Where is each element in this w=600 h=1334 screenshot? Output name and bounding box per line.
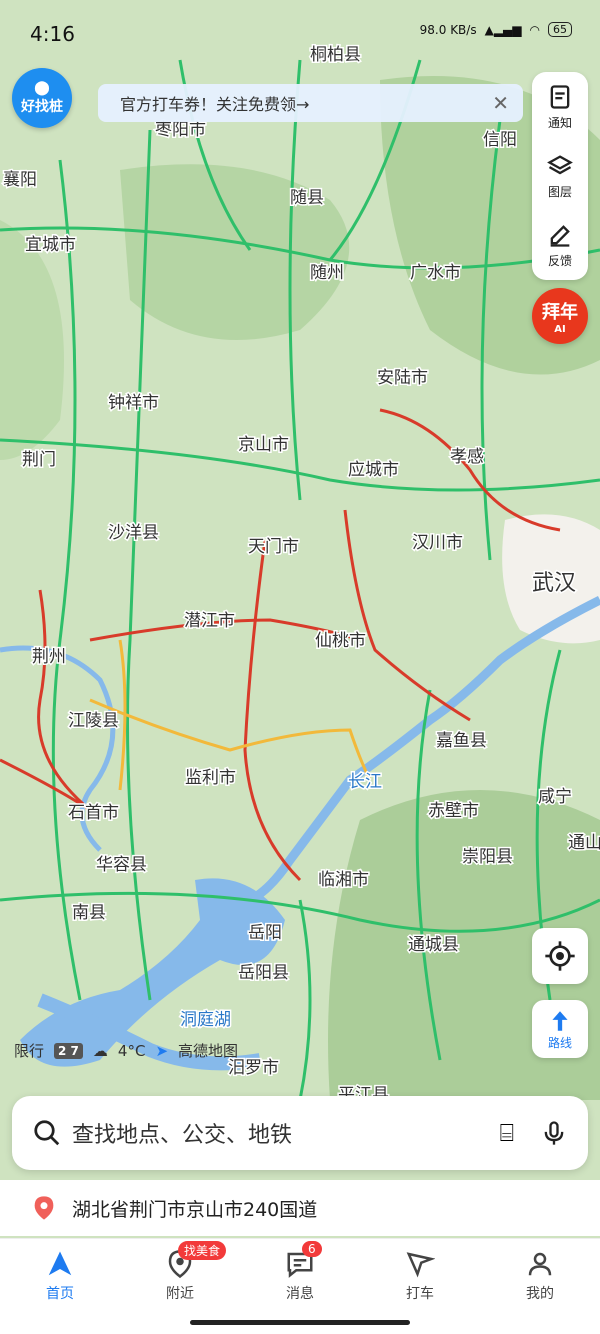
tab-label: 首页 [46,1286,74,1302]
route-button[interactable]: 路线 [532,1000,588,1058]
map-place-label[interactable]: 襄阳 [2,168,39,192]
tool-notice[interactable]: 通知 [532,72,588,141]
map-place-label[interactable]: 华容县 [95,854,149,877]
ai-sub: AI [554,323,566,335]
ai-title: 拜年 [542,301,578,323]
map-place-label[interactable]: 岳阳县 [237,962,291,985]
navigation-arrow-icon: ➤ [155,1041,169,1060]
plate-restriction: 2 7 [54,1042,83,1059]
map-place-label[interactable]: 枣阳市 [154,119,208,142]
tab-label: 我的 [526,1286,554,1302]
tool-label: 反馈 [547,254,572,269]
map-place-label[interactable]: 崇阳县 [461,846,515,869]
map-place-label[interactable]: 通城县 [407,934,461,957]
map-place-label[interactable]: 赤壁市 [427,800,481,823]
map-place-label[interactable]: 应城市 [347,459,401,482]
map-place-label[interactable]: 随州 [309,262,346,285]
user-icon [528,1252,552,1276]
message-count-badge: 6 [302,1241,322,1257]
tool-label: 通知 [547,115,572,130]
home-arrow-icon [48,1251,72,1276]
home-indicator[interactable] [190,1320,410,1325]
crosshair-icon [545,941,575,971]
feedback-icon [550,225,570,247]
map-place-label[interactable]: 长江 [347,771,384,794]
promo-banner[interactable]: 官方打车券！关注免费领→ ✕ [98,84,523,122]
map-place-label[interactable]: 汨罗市 [227,1057,281,1080]
tab-label: 附近 [166,1286,194,1302]
tab-label: 打车 [406,1286,434,1302]
microphone-icon[interactable] [540,1119,568,1147]
map-place-label[interactable]: 宜城市 [24,234,78,257]
tool-layers[interactable]: 图层 [532,141,588,210]
food-badge: 找美食 [178,1241,227,1260]
tool-label: 图层 [547,184,572,199]
scan-icon[interactable]: ⌸ [500,1119,514,1147]
close-icon[interactable]: ✕ [492,91,509,115]
network-speed: 98.0 KB/s [419,22,477,37]
map-place-label[interactable]: 石首市 [67,802,121,825]
clock: 4:16 [30,22,75,46]
map-place-label[interactable]: 监利市 [184,767,238,790]
map-place-label[interactable]: 洞庭湖 [179,1009,233,1032]
map-place-label[interactable]: 武汉 [531,570,578,598]
status-bar: 4:16 98.0 KB/s ▲▂▄▆ ◠ 65 [0,0,600,60]
map-place-label[interactable]: 随县 [289,187,326,210]
map-place-label[interactable]: 咸宁 [537,786,574,809]
map-place-label[interactable]: 天门市 [247,536,301,559]
map-place-label[interactable]: 京山市 [237,434,291,457]
status-icons: 98.0 KB/s ▲▂▄▆ ◠ 65 [420,22,572,37]
locate-button[interactable] [532,928,588,984]
route-label: 路线 [547,1035,572,1050]
map-info-bar: 限行 2 7 ☁ 4°C ➤ 高德地图 [14,1040,238,1061]
current-location[interactable]: 湖北省荆门市京山市240国道 [0,1180,600,1236]
map-place-label[interactable]: 通山 [567,832,600,855]
map-place-label[interactable]: 广水市 [409,262,463,285]
map-place-label[interactable]: 荆门 [21,449,58,472]
search-icon [34,1120,60,1146]
map-place-label[interactable]: 南县 [71,902,108,925]
location-text: 湖北省荆门市京山市240国道 [72,1198,318,1221]
map-place-label[interactable]: 孝感 [449,446,486,469]
map-place-label[interactable]: 沙洋县 [107,522,161,545]
map-place-label[interactable]: 汉川市 [411,532,465,555]
map-place-label[interactable]: 潜江市 [183,610,237,633]
map-brand: 高德地图 [178,1042,239,1060]
temperature: 4°C [117,1041,146,1060]
promo-text: 官方打车券！关注免费领→ [120,95,310,114]
taxi-icon [406,1252,435,1278]
pin-icon: ⬤ [34,80,50,96]
ai-greeting-button[interactable]: 拜年 AI [532,288,588,344]
location-pin-icon [34,1196,54,1220]
map-place-label[interactable]: 岳阳 [247,922,284,945]
map-place-label[interactable]: 嘉鱼县 [435,730,489,753]
charging-finder-logo[interactable]: ⬤ 好找桩 [12,68,72,128]
map-place-label[interactable]: 临湘市 [317,869,371,892]
search-input[interactable]: 查找地点、公交、地铁 [72,1117,500,1149]
cloud-icon: ☁ [92,1041,108,1060]
arrow-up-icon [552,1010,568,1031]
map-place-label[interactable]: 江陵县 [67,710,121,733]
notice-icon [550,84,570,109]
map-place-label[interactable]: 仙桃市 [314,630,368,653]
signal-icon: ▲▂▄▆ [484,22,522,37]
map-place-label[interactable]: 钟祥市 [107,392,161,415]
battery-icon: 65 [548,22,572,37]
wifi-icon: ◠ [529,22,540,37]
search-bar[interactable]: 查找地点、公交、地铁 ⌸ [12,1096,588,1170]
map-place-label[interactable]: 信阳 [482,129,519,152]
tab-label: 消息 [286,1286,314,1302]
map-place-label[interactable]: 安陆市 [376,367,430,390]
layers-icon [547,155,573,175]
restriction-label: 限行 [14,1042,45,1060]
tab-home[interactable]: 首页 [0,1239,120,1334]
map-place-label[interactable]: 荆州 [31,646,68,669]
logo-text: 好找桩 [21,99,63,115]
map-toolbar: 通知 图层 反馈 [532,72,588,280]
tool-feedback[interactable]: 反馈 [532,211,588,280]
tab-profile[interactable]: 我的 [480,1239,600,1334]
